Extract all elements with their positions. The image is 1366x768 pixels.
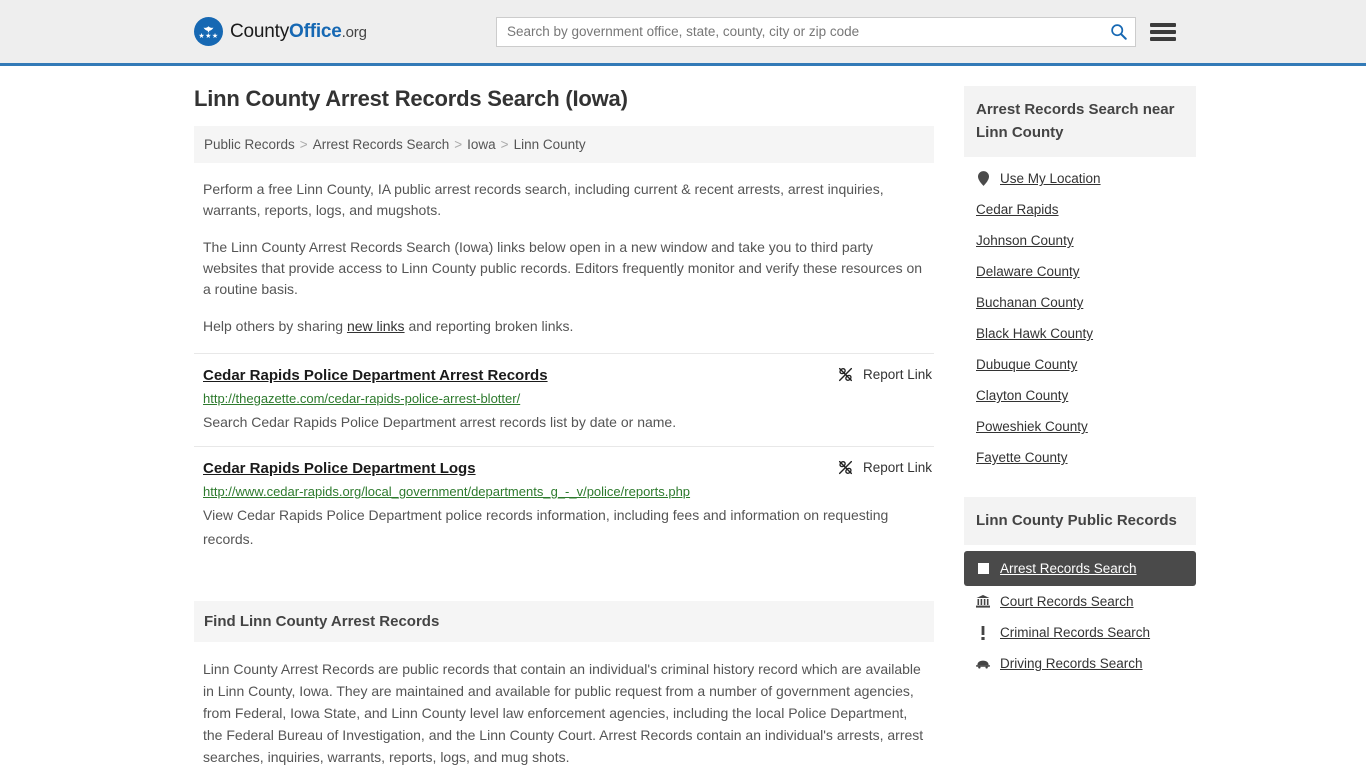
sidebar: Arrest Records Search near Linn County U… (964, 86, 1196, 768)
sidebar-link-label[interactable]: Court Records Search (1000, 594, 1134, 609)
sidebar-link-label[interactable]: Buchanan County (976, 295, 1083, 310)
menu-bar-2 (1150, 29, 1176, 34)
hamburger-menu-icon[interactable] (1150, 21, 1176, 43)
search-input[interactable] (497, 17, 1101, 46)
sidebar-item-fayette-county[interactable]: Fayette County (964, 442, 1196, 473)
help-suffix: and reporting broken links. (404, 318, 574, 334)
result-title-link[interactable]: Cedar Rapids Police Department Logs (203, 460, 476, 477)
report-link-label: Report Link (862, 367, 932, 382)
broken-link-icon (838, 460, 852, 475)
breadcrumb-item-linn-county[interactable]: Linn County (514, 137, 586, 152)
search-icon (1110, 24, 1127, 40)
page-body: Linn County Arrest Records Search (Iowa)… (0, 66, 1366, 768)
sidebar-item-black-hawk-county[interactable]: Black Hawk County (964, 318, 1196, 349)
main-content: Linn County Arrest Records Search (Iowa)… (194, 86, 934, 768)
breadcrumb: Public Records > Arrest Records Search > Iow… (194, 126, 934, 163)
result-url[interactable]: http://thegazette.com/cedar-rapids-polic… (203, 389, 925, 408)
stars-glyph: ★★★ (198, 32, 219, 40)
site-logo-link[interactable]: ★★★ CountyOffice.org (194, 17, 367, 46)
breadcrumb-item-arrest-records-search[interactable]: Arrest Records Search (313, 137, 450, 152)
search-button[interactable] (1101, 18, 1135, 46)
exclamation-icon (976, 625, 990, 640)
breadcrumb-separator: > (299, 137, 308, 152)
sidebar-link-label[interactable]: Clayton County (976, 388, 1068, 403)
sidebar-link-label[interactable]: Driving Records Search (1000, 656, 1143, 671)
sidebar-link-label[interactable]: Black Hawk County (976, 326, 1093, 341)
sidebar-item-clayton-county[interactable]: Clayton County (964, 380, 1196, 411)
breadcrumb-separator: > (500, 137, 509, 152)
sidebar-link-label[interactable]: Delaware County (976, 264, 1080, 279)
brand-part-tld: .org (341, 23, 367, 41)
eagle-seal-icon: ★★★ (194, 17, 223, 46)
sidebar-item-johnson-county[interactable]: Johnson County (964, 225, 1196, 256)
intro-paragraph-2: The Linn County Arrest Records Search (I… (203, 239, 923, 297)
sidebar-link-label[interactable]: Poweshiek County (976, 419, 1088, 434)
sidebar-item-delaware-county[interactable]: Delaware County (964, 256, 1196, 287)
result-url[interactable]: http://www.cedar-rapids.org/local_govern… (203, 482, 925, 501)
sidebar-item-driving-records-search[interactable]: Driving Records Search (964, 648, 1196, 679)
courthouse-icon (976, 595, 990, 608)
find-section-heading: Find Linn County Arrest Records (194, 601, 934, 642)
result-description: Search Cedar Rapids Police Department ar… (203, 414, 677, 430)
sidebar-item-buchanan-county[interactable]: Buchanan County (964, 287, 1196, 318)
brand-text: CountyOffice.org (230, 21, 367, 43)
sidebar-link-label[interactable]: Criminal Records Search (1000, 625, 1150, 640)
result-title-link[interactable]: Cedar Rapids Police Department Arrest Re… (203, 367, 548, 384)
menu-bar-1 (1150, 22, 1176, 27)
sidebar-link-label[interactable]: Cedar Rapids (976, 202, 1059, 217)
sidebar-link-label[interactable]: Fayette County (976, 450, 1068, 465)
sidebar-item-dubuque-county[interactable]: Dubuque County (964, 349, 1196, 380)
menu-bar-3 (1150, 36, 1176, 41)
site-header: ★★★ CountyOffice.org (0, 0, 1366, 66)
brand-part-office: Office (289, 20, 342, 42)
new-links-link[interactable]: new links (347, 318, 405, 334)
sidebar-item-poweshiek-county[interactable]: Poweshiek County (964, 411, 1196, 442)
report-link-label: Report Link (862, 460, 932, 475)
list-item: Cedar Rapids Police Department Logs http… (194, 446, 934, 563)
broken-link-icon (838, 367, 852, 382)
sidebar-heading-public-records: Linn County Public Records (964, 497, 1196, 545)
brand-part-county: County (230, 20, 290, 42)
white-square-icon (976, 563, 990, 574)
location-pin-icon (976, 171, 990, 186)
help-paragraph: Help others by sharing new links and rep… (194, 316, 934, 337)
breadcrumb-separator: > (454, 137, 463, 152)
intro-paragraph-1: Perform a free Linn County, IA public ar… (203, 181, 884, 218)
sidebar-item-cedar-rapids[interactable]: Cedar Rapids (964, 194, 1196, 225)
report-link-button[interactable]: Report Link (837, 460, 932, 475)
car-icon (976, 659, 990, 669)
find-section-body: Linn County Arrest Records are public re… (203, 661, 924, 765)
sidebar-link-label[interactable]: Dubuque County (976, 357, 1077, 372)
sidebar-item-criminal-records-search[interactable]: Criminal Records Search (964, 617, 1196, 648)
list-item: Cedar Rapids Police Department Arrest Re… (194, 353, 934, 446)
sidebar-near-list: Use My Location Cedar Rapids Johnson Cou… (964, 157, 1196, 473)
breadcrumb-item-iowa[interactable]: Iowa (467, 137, 496, 152)
sidebar-link-label[interactable]: Use My Location (1000, 171, 1101, 186)
page-title: Linn County Arrest Records Search (Iowa) (194, 86, 628, 111)
sidebar-public-records-list: Arrest Records Search Court Records Sear… (964, 545, 1196, 679)
sidebar-heading-near: Arrest Records Search near Linn County (964, 86, 1196, 157)
breadcrumb-item-public-records[interactable]: Public Records (204, 137, 295, 152)
sidebar-item-arrest-records-search[interactable]: Arrest Records Search (964, 551, 1196, 586)
sidebar-link-label[interactable]: Arrest Records Search (1000, 561, 1137, 576)
sidebar-item-use-my-location[interactable]: Use My Location (964, 163, 1196, 194)
help-prefix: Help others by sharing (203, 318, 347, 334)
sidebar-item-court-records-search[interactable]: Court Records Search (964, 586, 1196, 617)
result-description: View Cedar Rapids Police Department poli… (203, 507, 889, 547)
report-link-button[interactable]: Report Link (837, 367, 932, 382)
sidebar-link-label[interactable]: Johnson County (976, 233, 1074, 248)
search-bar[interactable] (496, 16, 1136, 47)
